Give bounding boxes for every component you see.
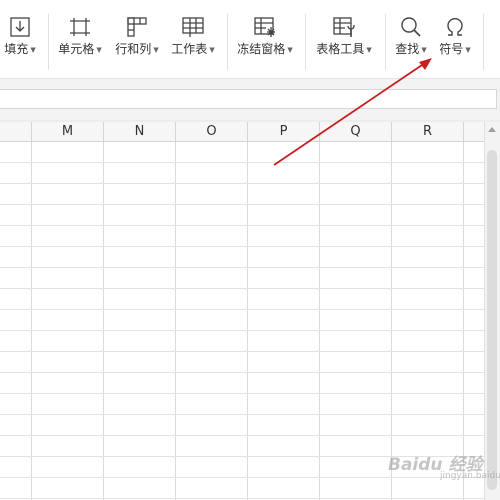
worksheet-icon: [169, 16, 217, 38]
grid-column-line: [175, 142, 176, 500]
cell-icon: [56, 16, 104, 38]
grid-column-line: [463, 142, 464, 500]
omega-icon: [436, 16, 474, 38]
grid-column-line: [391, 142, 392, 500]
search-icon: [392, 16, 430, 38]
grid-column-line: [103, 142, 104, 500]
grid-row-line: [0, 393, 484, 394]
watermark-url: jingyan.baidu.com: [440, 471, 500, 481]
freeze-panes-icon: [234, 16, 296, 38]
fill-down-icon: [2, 16, 38, 38]
grid-row-line: [0, 414, 484, 415]
vertical-scrollbar[interactable]: [484, 122, 500, 500]
chevron-down-icon: ▼: [287, 45, 293, 54]
table-tools-icon: [312, 16, 376, 38]
rows-columns-label: 行和列: [115, 42, 152, 56]
grid-column-line: [247, 142, 248, 500]
ribbon-divider: [483, 14, 484, 70]
grid-column-line: [319, 142, 320, 500]
cell-button[interactable]: 单元格 ▼: [56, 16, 104, 68]
column-header-n[interactable]: N: [104, 122, 176, 141]
grid-row-line: [0, 225, 484, 226]
fill-button[interactable]: 填充 ▼: [2, 16, 38, 68]
grid-row-line: [0, 435, 484, 436]
ribbon-divider: [48, 14, 49, 70]
chevron-down-icon: ▼: [209, 45, 215, 54]
column-header-r[interactable]: R: [392, 122, 464, 141]
table-tools-button[interactable]: 表格工具 ▼: [312, 16, 376, 68]
chevron-down-icon: ▼: [96, 45, 102, 54]
rows-columns-icon: [113, 16, 161, 38]
fill-label: 填充: [4, 42, 29, 56]
ribbon-divider: [385, 14, 386, 70]
chevron-down-icon: ▼: [30, 45, 36, 54]
grid-row-line: [0, 477, 484, 478]
symbol-label: 符号: [439, 42, 464, 56]
column-header-o[interactable]: O: [176, 122, 248, 141]
grid-row-line: [0, 372, 484, 373]
find-label: 查找: [395, 42, 420, 56]
grid-row-line: [0, 183, 484, 184]
grid-row-line: [0, 309, 484, 310]
find-button[interactable]: 查找 ▼: [392, 16, 430, 68]
table-tools-label: 表格工具: [316, 42, 365, 56]
spreadsheet-grid[interactable]: [0, 142, 484, 500]
ribbon-divider: [305, 14, 306, 70]
column-header-m[interactable]: M: [32, 122, 104, 141]
chevron-down-icon: ▼: [465, 45, 471, 54]
grid-column-line: [31, 142, 32, 500]
grid-row-line: [0, 288, 484, 289]
column-header-partial[interactable]: [0, 122, 32, 141]
ribbon-divider: [227, 14, 228, 70]
grid-row-line: [0, 204, 484, 205]
formula-input[interactable]: [0, 89, 497, 109]
worksheet-button[interactable]: 工作表 ▼: [169, 16, 217, 68]
scrollbar-thumb[interactable]: [487, 150, 497, 490]
column-header-q[interactable]: Q: [320, 122, 392, 141]
ribbon-toolbar: 填充 ▼ 单元格 ▼ 行和列 ▼ 工作表 ▼ 冻结窗格 ▼ 表格工具 ▼ 查找 …: [0, 0, 500, 78]
freeze-panes-button[interactable]: 冻结窗格 ▼: [234, 16, 296, 68]
chevron-down-icon: ▼: [421, 45, 427, 54]
rows-columns-button[interactable]: 行和列 ▼: [113, 16, 161, 68]
grid-lines: [0, 142, 484, 500]
formula-bar-area: [0, 79, 500, 120]
grid-row-line: [0, 330, 484, 331]
grid-row-line: [0, 498, 484, 499]
chevron-down-icon: ▼: [153, 45, 159, 54]
symbol-button[interactable]: 符号 ▼: [436, 16, 474, 68]
column-header: M N O P Q R: [0, 122, 484, 142]
scroll-up-arrow-icon[interactable]: [488, 127, 496, 132]
cell-label: 单元格: [58, 42, 95, 56]
chevron-down-icon: ▼: [366, 45, 372, 54]
grid-row-line: [0, 246, 484, 247]
worksheet-label: 工作表: [171, 42, 208, 56]
freeze-panes-label: 冻结窗格: [237, 42, 286, 56]
grid-row-line: [0, 162, 484, 163]
grid-row-line: [0, 351, 484, 352]
column-header-p[interactable]: P: [248, 122, 320, 141]
grid-row-line: [0, 267, 484, 268]
column-header-partial[interactable]: [464, 122, 484, 141]
